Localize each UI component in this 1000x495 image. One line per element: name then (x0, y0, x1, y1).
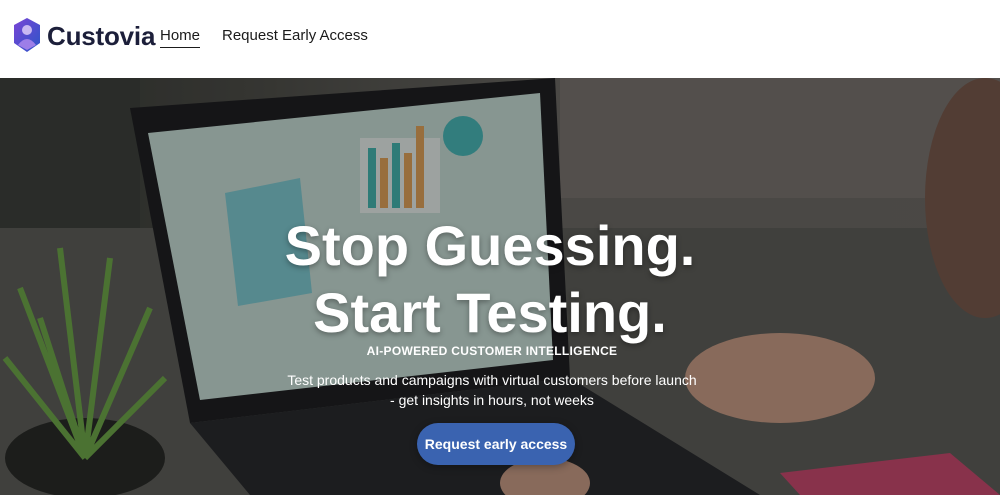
nav-request-early-access-link[interactable]: Request Early Access (222, 27, 368, 44)
brand-name[interactable]: Custovia (47, 21, 155, 52)
nav-home-link[interactable]: Home (160, 27, 201, 48)
hero-headline-line-2: Start Testing. (313, 281, 667, 344)
hero-subtitle-line-1: Test products and campaigns with virtual… (287, 372, 697, 388)
top-navigation-bar: Custovia Home Request Early Access (0, 0, 1000, 78)
hero-subtitle: Test products and campaigns with virtual… (0, 370, 992, 410)
hero-section: Stop Guessing. Start Testing. AI-POWERED… (0, 78, 1000, 495)
custovia-logo-icon[interactable] (12, 17, 42, 53)
hero-tagline: AI-POWERED CUSTOMER INTELLIGENCE (366, 344, 618, 358)
hero-headline-line-1: Stop Guessing. (284, 214, 696, 277)
request-early-access-button[interactable]: Request early access (417, 423, 575, 465)
hero-subtitle-line-2: - get insights in hours, not weeks (390, 392, 594, 408)
